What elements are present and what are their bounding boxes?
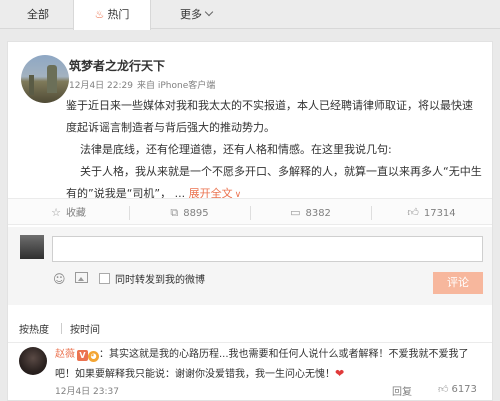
comment-icon: ▭ [290,206,301,219]
comment-input[interactable] [52,236,483,262]
thumbs-up-icon: 👍︎ [438,384,449,395]
weibo-card: 筑梦者之龙行天下 12月4日 22:29 来自 iPhone客户端 鉴于近日来一些… [7,41,493,401]
post-paragraph-text: 关于人格，我从来就是一个不愿多开口、多解释的人，就算一直以来再多人“无中生有的”… [66,165,482,200]
comment-body: ：其实这就是我的心路历程...我也需要和任何人说什么或者解释！不爱我就不爱我了吧… [55,349,469,380]
sort-by-hot[interactable]: 按热度 [19,321,49,336]
author-name[interactable]: 筑梦者之龙行天下 [69,57,165,74]
commenter-name[interactable]: 赵薇 [55,349,75,360]
like-count: 17314 [423,208,456,219]
post-paragraph: 关于人格，我从来就是一个不愿多开口、多解释的人，就算一直以来再多人“无中生有的”… [66,165,482,200]
comment-count: 8382 [305,208,331,219]
author-avatar[interactable] [21,55,69,103]
thumbs-up-icon: 👍︎ [407,206,419,219]
tab-hot-label: 热门 [107,8,130,21]
comment-like-count: 6173 [451,384,477,395]
flame-icon: ♨ [94,8,105,21]
post-time[interactable]: 12月4日 22:29 [69,81,133,91]
like-button[interactable]: 👍︎ 17314 [371,199,492,226]
forward-checkbox[interactable] [99,273,110,284]
comment-text: 赵薇 V ◕ ：其实这就是我的心路历程...我也需要和任何人说什么或者解释！不爱我就不… [55,345,487,384]
comment-button[interactable]: ▭ 8382 [250,199,371,226]
post-source: 来自 iPhone客户端 [136,81,216,91]
repost-count: 8895 [183,208,209,219]
comment-item: 赵薇 V ◕ ：其实这就是我的心路历程...我也需要和任何人说什么或者解释！不爱我就不… [8,344,492,401]
favorite-button[interactable]: ☆ 收藏 [8,199,129,226]
comment-like-button[interactable]: 👍︎ 6173 [438,383,477,395]
comment-time: 12月4日 23:37 [55,387,119,397]
tab-more[interactable]: 更多 [168,0,224,29]
post: 筑梦者之龙行天下 12月4日 22:29 来自 iPhone客户端 鉴于近日来一些… [8,42,492,200]
comment-compose: ☺ 同时转发到我的微博 评论 [8,227,492,305]
emoji-icon[interactable]: ☺ [53,272,66,286]
star-icon: ☆ [51,206,61,219]
reply-button[interactable]: 回复 [392,383,412,398]
image-icon[interactable] [75,272,88,283]
submit-comment-button[interactable]: 评论 [433,272,483,294]
comment-sort-bar: 按热度 按时间 [8,313,492,343]
sort-by-time[interactable]: 按时间 [70,321,100,336]
verified-badge-icon: V [77,350,88,361]
repost-button[interactable]: ⧉ 8895 [129,199,250,226]
tab-all[interactable]: 全部 [18,0,58,29]
heart-icon: ❤ [335,367,345,380]
tab-more-label: 更多 [180,8,202,21]
chevron-down-icon [204,7,214,17]
vip-icon: ◕ [88,351,99,362]
forward-label: 同时转发到我的微博 [115,275,205,286]
post-meta: 12月4日 22:29 来自 iPhone客户端 [69,78,215,91]
post-action-bar: ☆ 收藏 ⧉ 8895 ▭ 8382 👍︎ 17314 [8,198,492,225]
my-avatar [20,235,44,259]
divider [61,323,62,334]
tab-hot[interactable]: ♨ 热门 [73,0,151,30]
post-paragraph: 鉴于近日来一些媒体对我和我太太的不实报道，本人已经聘请律师取证，将以最快速度起诉… [66,99,473,134]
post-body: 鉴于近日来一些媒体对我和我太太的不实报道，本人已经聘请律师取证，将以最快速度起诉… [66,95,482,206]
tab-all-label: 全部 [27,8,49,21]
top-tab-bar: 全部 ♨ 热门 更多 [0,0,500,30]
post-paragraph: 法律是底线，还有伦理道德，还有人格和情感。在这里我说几句: [80,143,392,156]
repost-icon: ⧉ [170,206,179,219]
commenter-avatar[interactable] [19,347,47,375]
favorite-label: 收藏 [65,208,86,219]
